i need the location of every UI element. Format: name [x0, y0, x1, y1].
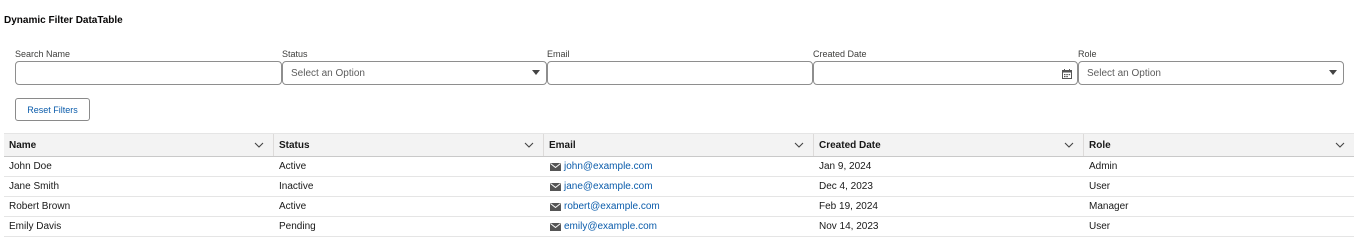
cell-status: Inactive — [279, 181, 314, 192]
chevron-down-icon[interactable] — [1335, 141, 1345, 149]
search-name-label: Search Name — [15, 49, 71, 59]
column-header-name[interactable]: Name — [4, 134, 274, 156]
email-link[interactable]: jane@example.com — [564, 181, 653, 192]
table-row: Emily Davis Pending emily@example.com No… — [4, 217, 1354, 237]
chevron-down-icon[interactable] — [1064, 141, 1074, 149]
mail-icon — [550, 182, 561, 191]
cell-created-date: Jan 9, 2024 — [819, 161, 872, 172]
table-header: Name Status Email Created Date Role — [4, 133, 1354, 157]
cell-status: Pending — [279, 221, 316, 232]
table-row: Robert Brown Active robert@example.com F… — [4, 197, 1354, 217]
role-select-placeholder: Select an Option — [1087, 67, 1161, 79]
mail-icon — [550, 162, 561, 171]
cell-email: emily@example.com — [544, 217, 814, 236]
role-label: Role — [1078, 49, 1097, 59]
cell-role: User — [1089, 181, 1111, 192]
column-header-label: Email — [549, 139, 576, 151]
created-date-input[interactable] — [813, 61, 1078, 85]
column-header-status[interactable]: Status — [274, 134, 544, 156]
cell-email: john@example.com — [544, 157, 814, 176]
created-date-label: Created Date — [813, 49, 867, 59]
chevron-down-icon — [532, 70, 540, 75]
chevron-down-icon[interactable] — [794, 141, 804, 149]
cell-role: User — [1089, 221, 1111, 232]
mail-icon — [550, 222, 561, 231]
column-header-label: Name — [9, 139, 37, 151]
table-row: Jane Smith Inactive jane@example.com Dec… — [4, 177, 1354, 197]
role-select[interactable]: Select an Option — [1078, 61, 1344, 85]
email-input[interactable] — [547, 61, 813, 85]
column-header-email[interactable]: Email — [544, 134, 814, 156]
mail-icon — [550, 202, 561, 211]
status-select[interactable]: Select an Option — [282, 61, 547, 85]
data-table: Name Status Email Created Date Role John… — [4, 133, 1354, 237]
email-link[interactable]: john@example.com — [564, 161, 653, 172]
email-label: Email — [547, 49, 570, 59]
column-header-label: Role — [1089, 139, 1111, 151]
column-header-role[interactable]: Role — [1084, 134, 1354, 156]
cell-created-date: Feb 19, 2024 — [819, 201, 878, 212]
calendar-icon[interactable] — [1062, 69, 1072, 79]
email-link[interactable]: emily@example.com — [564, 221, 657, 232]
cell-email: robert@example.com — [544, 197, 814, 216]
cell-name: John Doe — [9, 161, 52, 172]
search-name-input[interactable] — [15, 61, 282, 85]
cell-created-date: Nov 14, 2023 — [819, 221, 879, 232]
reset-filters-button[interactable]: Reset Filters — [15, 98, 90, 121]
cell-role: Manager — [1089, 201, 1129, 212]
email-link[interactable]: robert@example.com — [564, 201, 660, 212]
cell-name: Emily Davis — [9, 221, 62, 232]
cell-status: Active — [279, 161, 307, 172]
cell-email: jane@example.com — [544, 177, 814, 196]
status-label: Status — [282, 49, 308, 59]
status-select-placeholder: Select an Option — [291, 67, 365, 79]
column-header-created-date[interactable]: Created Date — [814, 134, 1084, 156]
column-header-label: Status — [279, 139, 310, 151]
cell-role: Admin — [1089, 161, 1118, 172]
cell-status: Active — [279, 201, 307, 212]
card-title: Dynamic Filter DataTable — [4, 15, 123, 26]
cell-name: Jane Smith — [9, 181, 60, 192]
chevron-down-icon — [1329, 70, 1337, 75]
chevron-down-icon[interactable] — [254, 141, 264, 149]
cell-created-date: Dec 4, 2023 — [819, 181, 873, 192]
cell-name: Robert Brown — [9, 201, 71, 212]
chevron-down-icon[interactable] — [524, 141, 534, 149]
column-header-label: Created Date — [819, 139, 881, 151]
table-row: John Doe Active john@example.com Jan 9, … — [4, 157, 1354, 177]
